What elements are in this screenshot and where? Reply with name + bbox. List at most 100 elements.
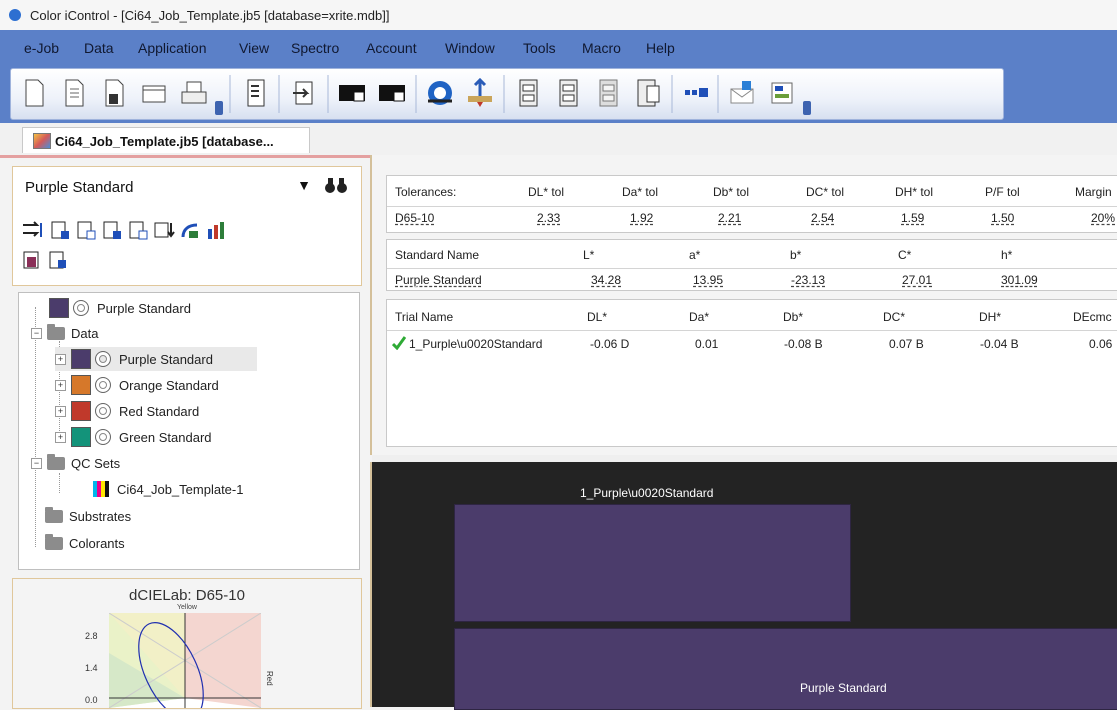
tree-item-green-standard[interactable]: + Green Standard (55, 425, 212, 449)
table-cell: 1_Purple\u0020Standard (409, 337, 543, 351)
expand-icon[interactable]: + (55, 353, 66, 365)
tolerances-table: Tolerances: DL* tol Da* tol Db* tol DC* … (386, 175, 1117, 233)
expand-icon[interactable]: + (55, 379, 66, 391)
cabinet-sheet-icon[interactable] (631, 75, 665, 111)
duplicate-standard-icon[interactable] (127, 219, 149, 241)
title-bar: Color iControl - [Ci64_Job_Template.jb5 … (0, 0, 1117, 31)
standard-select[interactable]: Purple Standard ▼ (19, 173, 311, 199)
mail-icon[interactable] (725, 75, 759, 111)
tree-folder-label: QC Sets (71, 455, 121, 471)
report-icon[interactable] (239, 75, 273, 111)
cabinet-gray-icon[interactable] (591, 75, 625, 111)
column-header[interactable]: DH* (979, 310, 1001, 324)
swatch-icon (71, 349, 91, 369)
column-header[interactable]: Standard Name (395, 248, 479, 262)
black-white-icon[interactable] (335, 75, 369, 111)
column-header[interactable]: Da* tol (622, 185, 658, 199)
trial-table: Trial Name DL* Da* Db* DC* DH* DEcmc 1_P… (386, 299, 1117, 447)
expand-icon[interactable]: + (55, 405, 66, 417)
tree-folder-data[interactable]: − Data (31, 321, 98, 345)
import-list-icon[interactable] (153, 219, 175, 241)
preferences-icon[interactable] (765, 75, 799, 111)
expand-icon[interactable]: + (55, 431, 66, 443)
column-header[interactable]: Trial Name (395, 310, 453, 324)
edit-standard-icon[interactable] (101, 219, 123, 241)
column-header[interactable]: P/F tol (985, 185, 1020, 199)
column-header[interactable]: Db* (783, 310, 803, 324)
collapse-icon[interactable]: − (31, 327, 42, 339)
column-header[interactable]: a* (689, 248, 700, 262)
dropdown-arrow-icon[interactable]: ▼ (297, 177, 311, 193)
column-header[interactable]: L* (583, 248, 594, 262)
column-header[interactable]: C* (898, 248, 911, 262)
folder-icon (45, 533, 63, 550)
print-icon[interactable] (177, 75, 211, 111)
target-icon (95, 403, 111, 419)
tab-job-template[interactable]: Ci64_Job_Template.jb5 [database... (22, 127, 310, 153)
document-icon[interactable] (57, 75, 91, 111)
tree-item-purple-standard[interactable]: + Purple Standard (55, 347, 257, 371)
calibrate-icon[interactable] (423, 75, 457, 111)
tree-item-qc-set[interactable]: Ci64_Job_Template-1 (93, 477, 243, 501)
table-cell: Purple Standard (395, 273, 482, 287)
menu-application[interactable]: Application (138, 40, 207, 56)
menu-help[interactable]: Help (646, 40, 675, 56)
plot-tick: 1.4 (85, 663, 98, 673)
tree-guide (59, 473, 60, 493)
binoculars-icon[interactable] (323, 175, 349, 195)
column-header[interactable]: Margin (1075, 185, 1112, 199)
column-header[interactable]: Db* tol (713, 185, 749, 199)
black-white-alt-icon[interactable] (375, 75, 409, 111)
column-header[interactable]: DEcmc (1073, 310, 1112, 324)
menu-macro[interactable]: Macro (582, 40, 621, 56)
chart-tool-icon[interactable] (205, 219, 227, 241)
table-cell: 34.28 (591, 273, 622, 287)
swatches-icon[interactable] (679, 75, 713, 111)
table-cell: 2.33 (537, 211, 561, 225)
column-header[interactable]: Da* (689, 310, 709, 324)
tree-folder-colorants[interactable]: Colorants (45, 531, 125, 555)
open-folder-icon[interactable] (137, 75, 171, 111)
tree-folder-substrates[interactable]: Substrates (45, 504, 131, 528)
menu-spectro[interactable]: Spectro (291, 40, 339, 56)
column-header[interactable]: b* (790, 248, 801, 262)
new-document-icon[interactable] (17, 75, 51, 111)
column-header[interactable]: DC* (883, 310, 905, 324)
add-standard-icon[interactable] (49, 219, 71, 241)
menu-data[interactable]: Data (84, 40, 114, 56)
trial-color-swatch[interactable] (454, 504, 851, 622)
menu-tools[interactable]: Tools (523, 40, 556, 56)
transfer-icon[interactable] (179, 219, 201, 241)
trial-tool-icon[interactable] (21, 249, 43, 271)
tree-item-red-standard[interactable]: + Red Standard (55, 399, 199, 423)
cabinet-alt-icon[interactable] (551, 75, 585, 111)
swatch-icon (71, 427, 91, 447)
menu-window[interactable]: Window (445, 40, 495, 56)
tree-folder-qc-sets[interactable]: − QC Sets (31, 451, 120, 475)
move-arrow-icon[interactable] (21, 219, 43, 241)
collapse-icon[interactable]: − (31, 457, 42, 469)
column-header[interactable]: DL* (587, 310, 607, 324)
standard-color-swatch[interactable] (454, 628, 1117, 710)
toolbar-separator (669, 75, 675, 113)
tree-item-orange-standard[interactable]: + Orange Standard (55, 373, 219, 397)
new-trial-icon[interactable] (47, 249, 69, 271)
toolbar-separator (325, 75, 331, 113)
copy-standard-icon[interactable] (75, 219, 97, 241)
cabinet-icon[interactable] (511, 75, 545, 111)
column-header[interactable]: DC* tol (806, 185, 844, 199)
column-header[interactable]: DL* tol (528, 185, 564, 199)
measure-icon[interactable] (463, 75, 497, 111)
save-icon[interactable] (97, 75, 131, 111)
menu-ejob[interactable]: e-Job (24, 40, 59, 56)
toolbar-overflow-1[interactable] (215, 101, 223, 115)
column-header[interactable]: DH* tol (895, 185, 933, 199)
export-icon[interactable] (287, 75, 321, 111)
toolbar-overflow-2[interactable] (803, 101, 811, 115)
menu-account[interactable]: Account (366, 40, 417, 56)
column-header[interactable]: Tolerances: (395, 185, 456, 199)
tree-item-top-standard[interactable]: Purple Standard (49, 296, 191, 320)
column-header[interactable]: h* (1001, 248, 1012, 262)
menu-view[interactable]: View (239, 40, 269, 56)
tree-item-label: Ci64_Job_Template-1 (117, 481, 244, 497)
